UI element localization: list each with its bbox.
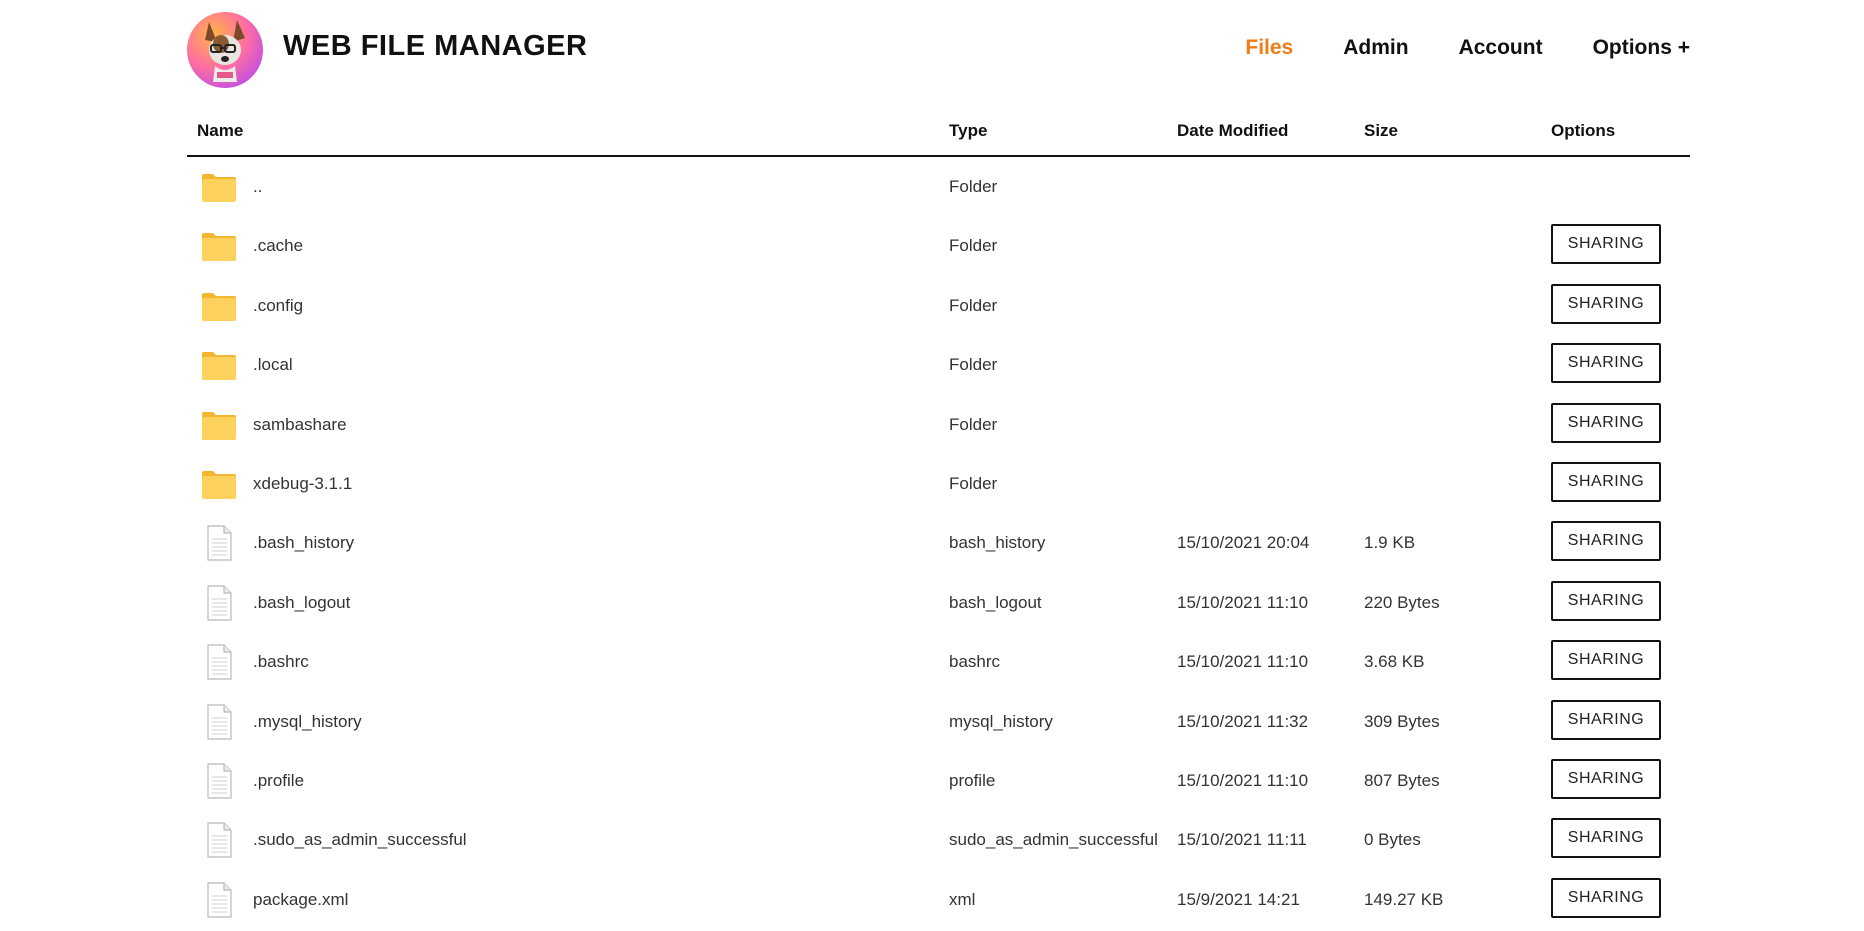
file-type: profile (949, 770, 996, 790)
sharing-button[interactable]: SHARING (1551, 224, 1661, 265)
file-icon (201, 525, 237, 561)
file-name[interactable]: package.xml (253, 870, 348, 929)
sharing-button[interactable]: SHARING (1551, 699, 1661, 740)
file-date-modified: 15/9/2021 14:21 (1177, 889, 1300, 909)
table-row[interactable]: .bashrc bashrc 15/10/2021 11:10 3.68 KB SHAR… (187, 632, 1690, 691)
sharing-button[interactable]: SHARING (1551, 283, 1661, 324)
file-name[interactable]: .bash_history (253, 513, 354, 572)
table-body: .. Folder .cache Folder SHARING .config Folder… (187, 157, 1690, 929)
nav-files[interactable]: Files (1245, 36, 1293, 60)
file-name[interactable]: .mysql_history (253, 692, 362, 751)
app-title: WEB FILE MANAGER (283, 30, 588, 62)
file-date-modified: 15/10/2021 20:04 (1177, 533, 1310, 553)
file-icon (201, 763, 237, 799)
column-header-size[interactable]: Size (1364, 121, 1398, 141)
file-size: 220 Bytes (1364, 592, 1440, 612)
file-date-modified: 15/10/2021 11:11 (1177, 830, 1307, 850)
file-size: 0 Bytes (1364, 830, 1421, 850)
table-row[interactable]: .profile profile 15/10/2021 11:10 807 Bytes… (187, 751, 1690, 810)
table-row[interactable]: .bash_logout bash_logout 15/10/2021 11:10 2… (187, 573, 1690, 632)
file-icon (201, 644, 237, 680)
file-name[interactable]: .local (253, 335, 293, 394)
sharing-button[interactable]: SHARING (1551, 461, 1661, 502)
file-manager-page: WEB FILE MANAGER Files Admin Account Opt… (0, 0, 1864, 931)
main-nav: Files Admin Account Options + (1195, 36, 1690, 60)
sharing-button[interactable]: SHARING (1551, 343, 1661, 384)
file-name[interactable]: .bashrc (253, 632, 309, 691)
file-date-modified: 15/10/2021 11:32 (1177, 711, 1309, 731)
file-name[interactable]: sambashare (253, 395, 347, 454)
file-type: xml (949, 889, 976, 909)
table-row[interactable]: .bash_history bash_history 15/10/2021 20:0… (187, 513, 1690, 572)
folder-icon (201, 347, 237, 383)
file-type: Folder (949, 177, 998, 196)
nav-account[interactable]: Account (1459, 36, 1543, 60)
table-row[interactable]: .mysql_history mysql_history 15/10/2021 11… (187, 692, 1690, 751)
sharing-button[interactable]: SHARING (1551, 818, 1661, 859)
table-row[interactable]: sambashare Folder SHARING (187, 395, 1690, 454)
sharing-button[interactable]: SHARING (1551, 877, 1661, 918)
column-header-type[interactable]: Type (949, 121, 987, 141)
file-date-modified: 15/10/2021 11:10 (1177, 652, 1309, 672)
file-type: Folder (949, 295, 998, 315)
file-type: Folder (949, 355, 998, 375)
table-row[interactable]: .cache Folder SHARING (187, 216, 1690, 275)
file-type: Folder (949, 236, 998, 256)
column-header-date[interactable]: Date Modified (1177, 121, 1288, 141)
file-type: sudo_as_admin_successful (949, 830, 1158, 850)
file-table: Name Type Date Modified Size Options .. F… (187, 108, 1690, 929)
sharing-button[interactable]: SHARING (1551, 640, 1661, 681)
file-name[interactable]: .. (253, 157, 262, 216)
folder-icon (201, 288, 237, 324)
file-type: bash_logout (949, 592, 1042, 612)
file-date-modified: 15/10/2021 11:10 (1177, 770, 1309, 790)
file-type: bashrc (949, 652, 1001, 672)
folder-icon (201, 407, 237, 443)
column-header-name[interactable]: Name (197, 121, 243, 141)
app-logo[interactable] (187, 12, 263, 88)
file-name[interactable]: .profile (253, 751, 304, 810)
file-name[interactable]: .config (253, 276, 303, 335)
file-size: 309 Bytes (1364, 711, 1440, 731)
nav-options[interactable]: Options + (1593, 36, 1690, 60)
folder-icon (201, 466, 237, 502)
file-icon (201, 822, 237, 858)
file-type: bash_history (949, 533, 1046, 553)
table-row[interactable]: .sudo_as_admin_successful sudo_as_admin_s… (187, 810, 1690, 869)
file-icon (201, 585, 237, 621)
file-date-modified: 15/10/2021 11:10 (1177, 592, 1309, 612)
file-type: mysql_history (949, 711, 1053, 731)
header: WEB FILE MANAGER Files Admin Account Opt… (187, 10, 1690, 90)
file-name[interactable]: .cache (253, 216, 303, 275)
file-type: Folder (949, 414, 998, 434)
sharing-button[interactable]: SHARING (1551, 758, 1661, 799)
file-icon (201, 703, 237, 740)
table-row[interactable]: .local Folder SHARING (187, 335, 1690, 394)
table-row[interactable]: .config Folder SHARING (187, 276, 1690, 335)
file-icon (201, 882, 237, 918)
sharing-button[interactable]: SHARING (1551, 402, 1661, 443)
nav-admin[interactable]: Admin (1343, 36, 1408, 60)
column-header-options: Options (1551, 121, 1616, 140)
table-header: Name Type Date Modified Size Options (187, 108, 1690, 157)
table-row[interactable]: .. Folder (187, 157, 1690, 216)
file-name[interactable]: .sudo_as_admin_successful (253, 810, 467, 869)
file-size: 1.9 KB (1364, 533, 1416, 553)
file-size: 807 Bytes (1364, 770, 1440, 790)
file-size: 149.27 KB (1364, 889, 1444, 909)
folder-icon (201, 228, 237, 264)
folder-icon (201, 169, 237, 205)
table-row[interactable]: xdebug-3.1.1 Folder SHARING (187, 454, 1690, 513)
file-size: 3.68 KB (1364, 652, 1425, 672)
file-name[interactable]: xdebug-3.1.1 (253, 454, 352, 513)
sharing-button[interactable]: SHARING (1551, 521, 1661, 562)
file-name[interactable]: .bash_logout (253, 573, 350, 632)
sharing-button[interactable]: SHARING (1551, 580, 1661, 621)
file-type: Folder (949, 473, 998, 493)
table-row[interactable]: package.xml xml 15/9/2021 14:21 149.27 KB SH… (187, 870, 1690, 929)
